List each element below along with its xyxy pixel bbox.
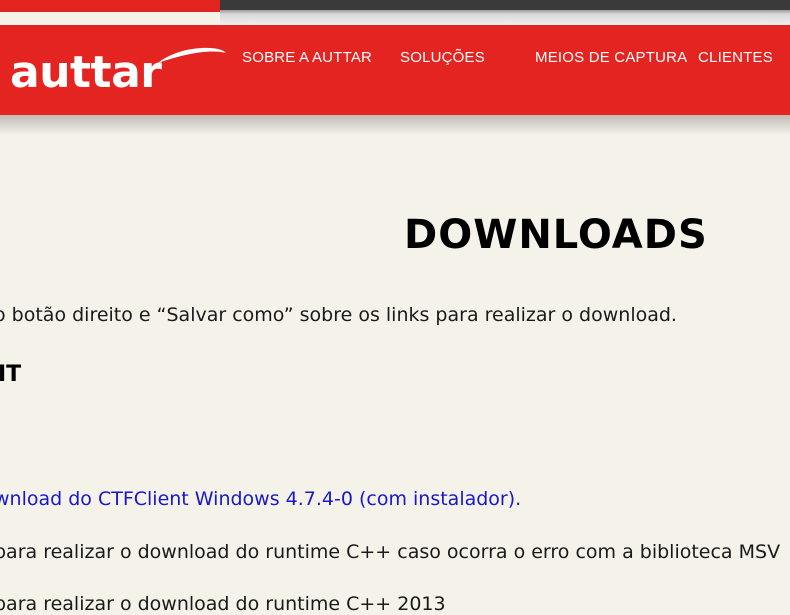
runtime-cpp-msv-line: para realizar o download do runtime C++ …	[0, 541, 781, 563]
nav-solucoes[interactable]: SOLUÇÕES	[400, 49, 485, 66]
section-heading: IT	[0, 362, 22, 387]
ctfclient-download-link[interactable]: wnload do CTFClient Windows 4.7.4-0 (com…	[0, 488, 521, 510]
site-header: auttar SOBRE A AUTTAR SOLUÇÕES MEIOS DE …	[0, 25, 790, 115]
logo-swoosh-icon	[158, 47, 226, 63]
nav-clientes[interactable]: CLIENTES	[698, 49, 773, 66]
nav-sobre-a-auttar[interactable]: SOBRE A AUTTAR	[242, 49, 372, 66]
header-tab	[0, 0, 220, 12]
logo-text: auttar	[10, 47, 162, 98]
header-top-edge	[220, 10, 790, 25]
auttar-logo[interactable]: auttar	[10, 47, 226, 99]
runtime-cpp-2013-line: para realizar o download do runtime C++ …	[0, 593, 446, 615]
header-shadow	[0, 115, 790, 135]
nav-meios-de-captura[interactable]: MEIOS DE CAPTURA	[535, 49, 687, 66]
page-title: DOWNLOADS	[404, 212, 708, 258]
download-instruction: o botão direito e “Salvar como” sobre os…	[0, 304, 677, 326]
